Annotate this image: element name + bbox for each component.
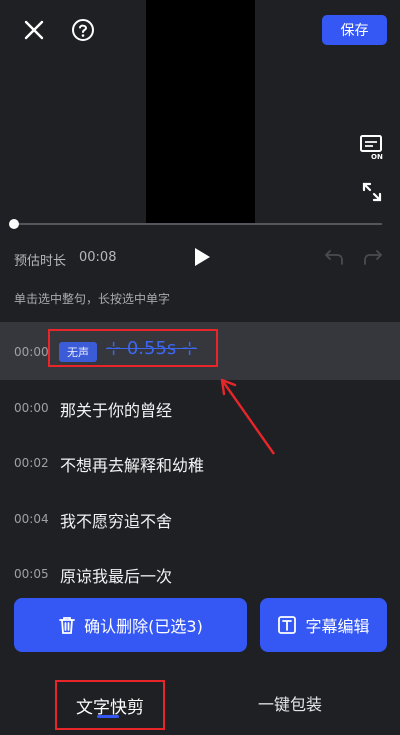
redo-button[interactable]: [362, 248, 384, 266]
estimated-duration-label: 预估时长: [14, 254, 67, 269]
subtitle-on-label: ON: [371, 153, 383, 160]
help-icon: [72, 19, 94, 41]
selection-hint: 单击选中整句，长按选中单字: [14, 292, 171, 306]
fullscreen-button[interactable]: [360, 180, 384, 204]
help-button[interactable]: [70, 17, 96, 43]
confirm-delete-label: 确认删除(已选3): [84, 617, 203, 636]
estimated-duration-value: 00:08: [79, 250, 117, 265]
close-button[interactable]: [20, 16, 48, 44]
annotation-arrow-icon: [220, 378, 275, 455]
subtitle-edit-label: 字幕编辑: [305, 617, 370, 636]
undo-button[interactable]: [323, 248, 345, 266]
subtitle-edit-button[interactable]: 字幕编辑: [260, 598, 387, 652]
fullscreen-icon: [362, 182, 382, 202]
tab-one-click-package[interactable]: 一键包装: [258, 691, 322, 715]
subtitle-line[interactable]: 原谅我最后一次: [60, 563, 172, 587]
subtitle-on-icon: ON: [360, 135, 383, 161]
subtitle-time: 00:04: [14, 512, 49, 526]
confirm-delete-button[interactable]: 确认删除(已选3): [14, 598, 247, 652]
video-preview[interactable]: [146, 0, 255, 224]
text-edit-icon: [278, 616, 297, 634]
undo-icon: [324, 250, 343, 265]
trash-icon: [59, 617, 76, 634]
subtitle-line[interactable]: 不想再去解释和幼稚: [60, 452, 204, 476]
subtitle-time: 00:02: [14, 456, 49, 470]
active-tab-indicator: [97, 715, 119, 718]
redo-icon: [364, 250, 383, 265]
subtitle-time: 00:00: [14, 345, 49, 359]
tab-text-quick-cut[interactable]: 文字快剪: [55, 680, 165, 730]
save-button[interactable]: 保存: [322, 15, 387, 45]
subtitle-time: 00:05: [14, 567, 49, 581]
subtitle-time: 00:00: [14, 401, 49, 415]
play-button[interactable]: [192, 246, 212, 268]
subtitle-toggle-button[interactable]: ON: [358, 134, 386, 161]
subtitle-line[interactable]: 那关于你的曾经: [60, 397, 172, 421]
subtitle-line[interactable]: 我不愿穷追不舍: [60, 508, 172, 532]
play-icon: [195, 248, 210, 266]
close-icon: [24, 20, 44, 40]
progress-track[interactable]: [14, 223, 382, 225]
annotation-highlight-box: [48, 329, 218, 367]
progress-handle[interactable]: [9, 219, 19, 229]
